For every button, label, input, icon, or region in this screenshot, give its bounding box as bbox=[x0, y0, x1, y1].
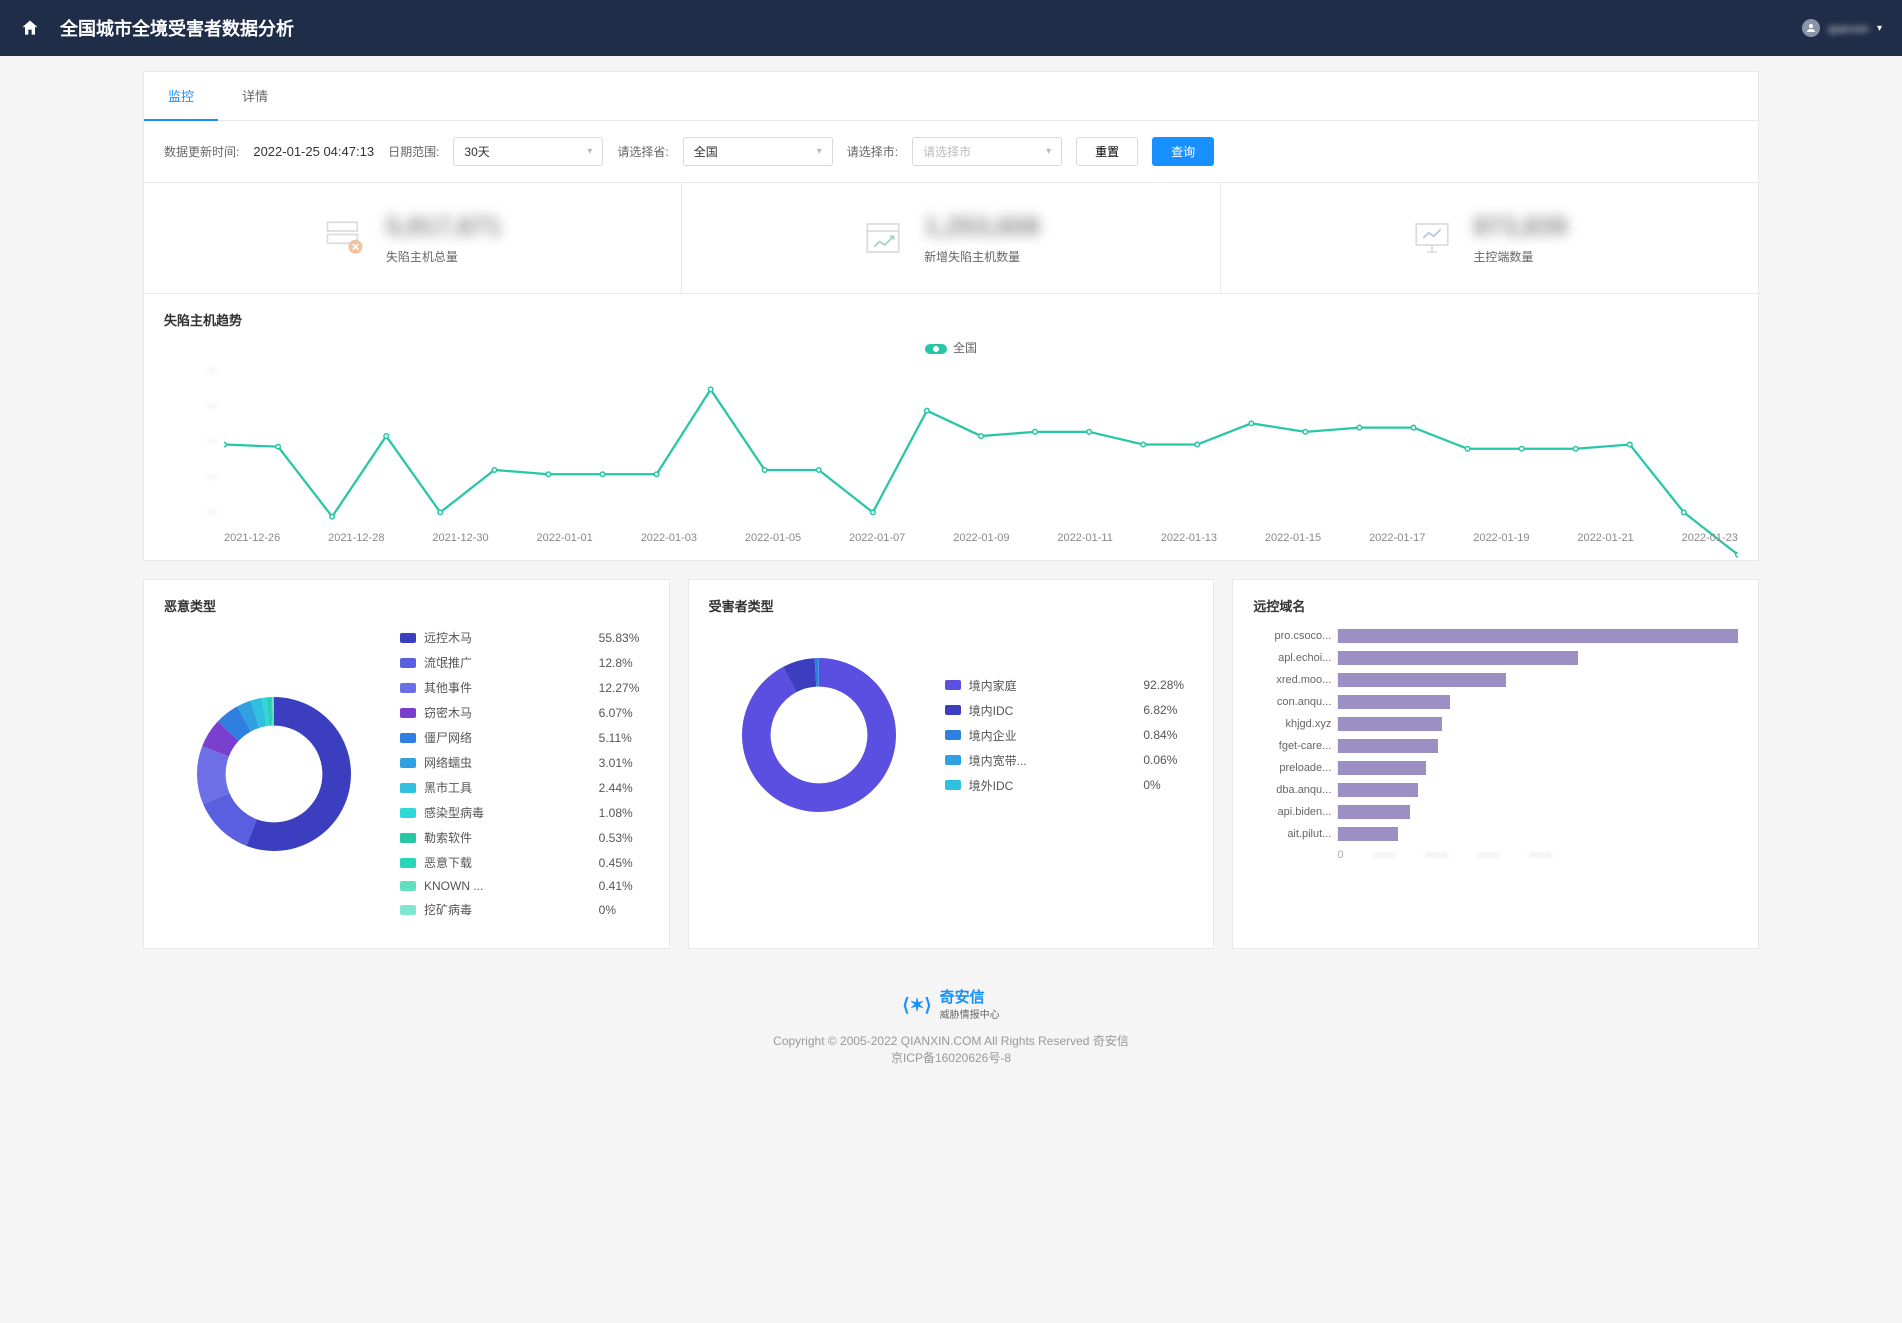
legend-item[interactable]: 恶意下载0.45% bbox=[400, 850, 649, 875]
malware-type-panel: 恶意类型 远控木马55.83%流氓推广12.8%其他事件12.27%窃密木马6.… bbox=[143, 579, 670, 949]
legend-item[interactable]: 境内IDC6.82% bbox=[945, 698, 1194, 723]
stat-controller-count: 873,839主控端数量 bbox=[1221, 183, 1758, 293]
bar-row[interactable]: xred.moo... bbox=[1253, 669, 1738, 691]
domain-bar-chart[interactable]: pro.csoco...apl.echoi...xred.moo...con.a… bbox=[1253, 625, 1738, 861]
bar-row[interactable]: ait.pilut... bbox=[1253, 823, 1738, 845]
malware-title: 恶意类型 bbox=[164, 596, 649, 615]
stats-row: 5,917,671失陷主机总量 1,253,608新增失陷主机数量 873,83… bbox=[143, 183, 1759, 294]
update-time-value: 2022-01-25 04:47:13 bbox=[253, 144, 374, 159]
bar-row[interactable]: dba.anqu... bbox=[1253, 779, 1738, 801]
legend-item[interactable]: 僵尸网络5.11% bbox=[400, 725, 649, 750]
bar-row[interactable]: con.anqu... bbox=[1253, 691, 1738, 713]
tab-monitor[interactable]: 监控 bbox=[144, 72, 218, 121]
legend-item[interactable]: 挖矿病毒0% bbox=[400, 897, 649, 922]
chevron-down-icon: ▾ bbox=[817, 146, 822, 157]
page-title: 全国城市全境受害者数据分析 bbox=[60, 15, 294, 41]
date-range-select[interactable]: 30天▾ bbox=[453, 137, 603, 166]
legend-item[interactable]: 其他事件12.27% bbox=[400, 675, 649, 700]
trend-chart-title: 失陷主机趋势 bbox=[164, 310, 1738, 329]
brand-logo-icon: ⟨✶⟩ bbox=[902, 995, 931, 1016]
monitor-icon bbox=[1411, 217, 1453, 259]
home-icon[interactable] bbox=[20, 18, 40, 38]
icp: 京ICP备16020626号-8 bbox=[143, 1049, 1759, 1066]
legend-item[interactable]: 境内宽带...0.06% bbox=[945, 748, 1194, 773]
legend-item[interactable]: 网络蠕虫3.01% bbox=[400, 750, 649, 775]
chevron-down-icon: ▾ bbox=[1046, 146, 1051, 157]
legend-item[interactable]: 勒索软件0.53% bbox=[400, 825, 649, 850]
bar-row[interactable]: api.biden... bbox=[1253, 801, 1738, 823]
legend-item[interactable]: 境外IDC0% bbox=[945, 773, 1194, 798]
trend-chart-card: 失陷主机趋势 全国 ————— 2021-12-262021-12-282021… bbox=[143, 294, 1759, 561]
y-axis: ————— bbox=[164, 364, 224, 518]
chevron-down-icon: ▾ bbox=[1877, 23, 1882, 34]
footer: ⟨✶⟩ 奇安信威胁情报中心 Copyright © 2005-2022 QIAN… bbox=[143, 949, 1759, 1096]
update-time-label: 数据更新时间: bbox=[164, 143, 239, 160]
user-menu[interactable]: qianxin ▾ bbox=[1802, 19, 1882, 37]
legend-item[interactable]: KNOWN ...0.41% bbox=[400, 875, 649, 897]
city-select[interactable]: 请选择市▾ bbox=[912, 137, 1062, 166]
legend-item[interactable]: 境内家庭92.28% bbox=[945, 673, 1194, 698]
bar-row[interactable]: khjgd.xyz bbox=[1253, 713, 1738, 735]
victim-type-panel: 受害者类型 境内家庭92.28%境内IDC6.82%境内企业0.84%境内宽带.… bbox=[688, 579, 1215, 949]
bar-row[interactable]: fget-care... bbox=[1253, 735, 1738, 757]
victim-legend: 境内家庭92.28%境内IDC6.82%境内企业0.84%境内宽带...0.06… bbox=[945, 673, 1194, 798]
victim-title: 受害者类型 bbox=[709, 596, 1194, 615]
legend-item[interactable]: 感染型病毒1.08% bbox=[400, 800, 649, 825]
chevron-down-icon: ▾ bbox=[587, 146, 592, 157]
query-button[interactable]: 查询 bbox=[1152, 137, 1214, 166]
legend-item[interactable]: 黑市工具2.44% bbox=[400, 775, 649, 800]
trend-legend[interactable]: 全国 bbox=[164, 339, 1738, 356]
bar-row[interactable]: preloade... bbox=[1253, 757, 1738, 779]
stat-total-compromised: 5,917,671失陷主机总量 bbox=[144, 183, 682, 293]
legend-item[interactable]: 境内企业0.84% bbox=[945, 723, 1194, 748]
province-label: 请选择省: bbox=[617, 143, 668, 160]
bar-row[interactable]: apl.echoi... bbox=[1253, 647, 1738, 669]
server-x-icon bbox=[324, 217, 366, 259]
x-axis: 2021-12-262021-12-282021-12-302022-01-01… bbox=[224, 532, 1738, 544]
malware-donut-chart[interactable] bbox=[164, 664, 384, 884]
trend-line-chart[interactable] bbox=[224, 364, 1738, 576]
date-range-label: 日期范围: bbox=[388, 143, 439, 160]
domain-panel: 远控域名 pro.csoco...apl.echoi...xred.moo...… bbox=[1232, 579, 1759, 949]
avatar-icon bbox=[1802, 19, 1820, 37]
copyright: Copyright © 2005-2022 QIANXIN.COM All Ri… bbox=[143, 1032, 1759, 1049]
domain-title: 远控域名 bbox=[1253, 596, 1738, 615]
victim-donut-chart[interactable] bbox=[709, 625, 929, 845]
legend-item[interactable]: 窃密木马6.07% bbox=[400, 700, 649, 725]
city-label: 请选择市: bbox=[847, 143, 898, 160]
username: qianxin bbox=[1828, 21, 1869, 36]
tab-bar: 监控 详情 bbox=[143, 71, 1759, 121]
calendar-up-icon bbox=[862, 217, 904, 259]
legend-item[interactable]: 流氓推广12.8% bbox=[400, 650, 649, 675]
reset-button[interactable]: 重置 bbox=[1076, 137, 1138, 166]
province-select[interactable]: 全国▾ bbox=[683, 137, 833, 166]
tab-detail[interactable]: 详情 bbox=[218, 72, 292, 120]
app-header: 全国城市全境受害者数据分析 qianxin ▾ bbox=[0, 0, 1902, 56]
stat-new-compromised: 1,253,608新增失陷主机数量 bbox=[682, 183, 1220, 293]
filter-bar: 数据更新时间: 2022-01-25 04:47:13 日期范围: 30天▾ 请… bbox=[143, 121, 1759, 183]
malware-legend: 远控木马55.83%流氓推广12.8%其他事件12.27%窃密木马6.07%僵尸… bbox=[400, 625, 649, 922]
legend-item[interactable]: 远控木马55.83% bbox=[400, 625, 649, 650]
bar-row[interactable]: pro.csoco... bbox=[1253, 625, 1738, 647]
